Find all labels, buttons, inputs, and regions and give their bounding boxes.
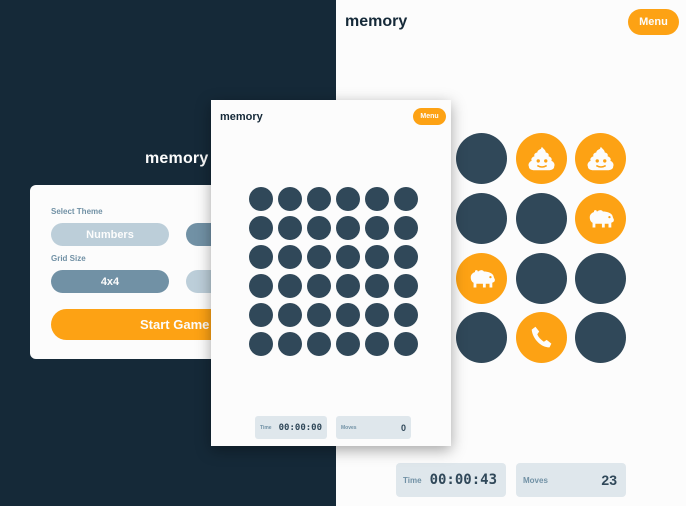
card-tile[interactable] (575, 133, 626, 184)
phone-card-tile[interactable] (278, 303, 302, 327)
phone-menu-button[interactable]: Menu (413, 108, 446, 125)
card-tile[interactable] (516, 133, 567, 184)
select-theme-label: Select Theme (51, 207, 103, 216)
phone-card-tile[interactable] (249, 303, 273, 327)
phone-icon (527, 323, 557, 353)
phone-card-tile[interactable] (307, 332, 331, 356)
phone-card-tile[interactable] (365, 216, 389, 240)
time-label: Time (403, 475, 422, 485)
phone-card-tile[interactable] (394, 216, 418, 240)
phone-card-tile[interactable] (336, 274, 360, 298)
phone-card-tile[interactable] (249, 245, 273, 269)
phone-card-tile[interactable] (307, 216, 331, 240)
phone-card-tile[interactable] (307, 187, 331, 211)
hippo-icon (467, 264, 497, 294)
card-tile[interactable] (575, 312, 626, 363)
poop-icon (586, 144, 616, 174)
card-tile[interactable] (575, 193, 626, 244)
card-tile[interactable] (456, 133, 507, 184)
phone-card-tile[interactable] (394, 332, 418, 356)
menu-button[interactable]: Menu (628, 9, 679, 35)
game-logo: memory (345, 13, 408, 30)
card-tile[interactable] (516, 193, 567, 244)
phone-card-tile[interactable] (249, 216, 273, 240)
time-box: Time 00:00:43 (396, 463, 506, 497)
phone-moves-value: 0 (400, 422, 406, 433)
phone-logo: memory (220, 111, 263, 123)
phone-card-tile[interactable] (336, 245, 360, 269)
phone-card-tile[interactable] (365, 303, 389, 327)
phone-card-tile[interactable] (278, 216, 302, 240)
phone-card-tile[interactable] (336, 332, 360, 356)
phone-card-tile[interactable] (336, 187, 360, 211)
grid-4x4-button[interactable]: 4x4 (51, 270, 169, 293)
poop-icon (527, 144, 557, 174)
hippo-icon (586, 204, 616, 234)
phone-card-tile[interactable] (307, 274, 331, 298)
grid-size-label: Grid Size (51, 254, 86, 263)
card-tile[interactable] (516, 312, 567, 363)
phone-card-tile[interactable] (365, 187, 389, 211)
time-value: 00:00:43 (429, 472, 497, 488)
moves-value: 23 (601, 472, 617, 488)
phone-card-tile[interactable] (394, 245, 418, 269)
phone-moves-box: Moves 0 (336, 416, 411, 439)
phone-card-tile[interactable] (394, 303, 418, 327)
moves-box: Moves 23 (516, 463, 626, 497)
card-tile[interactable] (456, 193, 507, 244)
phone-game-screen: memory Menu Time 00:00:00 Moves 0 (211, 100, 451, 446)
phone-moves-label: Moves (341, 424, 357, 431)
phone-card-tile[interactable] (278, 274, 302, 298)
phone-card-tile[interactable] (365, 332, 389, 356)
card-tile[interactable] (516, 253, 567, 304)
phone-card-tile[interactable] (365, 274, 389, 298)
phone-card-tile[interactable] (278, 245, 302, 269)
theme-numbers-button[interactable]: Numbers (51, 223, 169, 246)
phone-time-box: Time 00:00:00 (255, 416, 327, 439)
moves-label: Moves (523, 475, 548, 485)
phone-card-tile[interactable] (365, 245, 389, 269)
card-tile[interactable] (575, 253, 626, 304)
phone-card-tile[interactable] (307, 303, 331, 327)
phone-card-tile[interactable] (249, 332, 273, 356)
phone-card-tile[interactable] (394, 187, 418, 211)
phone-card-tile[interactable] (278, 332, 302, 356)
setup-logo: memory (145, 150, 209, 167)
card-tile[interactable] (456, 253, 507, 304)
phone-card-tile[interactable] (278, 187, 302, 211)
phone-card-tile[interactable] (249, 274, 273, 298)
phone-card-tile[interactable] (394, 274, 418, 298)
phone-card-tile[interactable] (249, 187, 273, 211)
phone-card-tile[interactable] (336, 303, 360, 327)
card-tile[interactable] (456, 312, 507, 363)
phone-time-label: Time (260, 424, 272, 431)
phone-card-tile[interactable] (307, 245, 331, 269)
phone-card-tile[interactable] (336, 216, 360, 240)
phone-time-value: 00:00:00 (278, 422, 322, 433)
